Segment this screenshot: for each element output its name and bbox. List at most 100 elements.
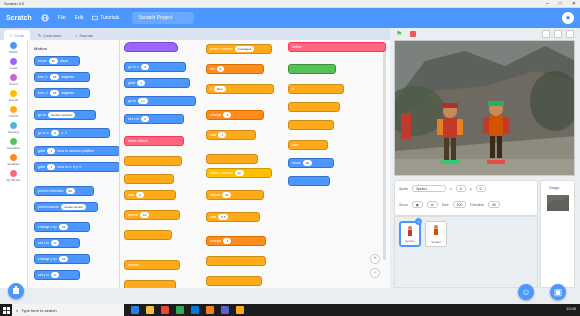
block-input[interactable]: 1 xyxy=(47,164,56,170)
taskbar-app-icon[interactable] xyxy=(161,306,169,314)
choose-sprite-button[interactable]: ☺ xyxy=(518,284,534,300)
sprite-character-left[interactable] xyxy=(435,101,465,165)
palette-block[interactable]: point towards mouse-pointer xyxy=(34,202,98,212)
script-block[interactable] xyxy=(288,120,334,130)
palette-block[interactable]: move 10 steps xyxy=(34,56,80,66)
block-input[interactable]: then xyxy=(213,86,226,92)
block-input[interactable]: 15 xyxy=(49,90,60,96)
block-input[interactable]: 0 xyxy=(141,116,149,122)
category-control[interactable]: Control xyxy=(0,104,27,120)
block-input[interactable]: 1 xyxy=(136,192,144,198)
script-block[interactable] xyxy=(206,276,262,286)
script-block[interactable]: repeat 10 xyxy=(206,190,264,200)
start-button[interactable] xyxy=(0,304,12,316)
sprite-partial-left[interactable] xyxy=(399,111,413,141)
script-block[interactable]: set 0 xyxy=(206,64,264,74)
script-block[interactable]: define xyxy=(288,42,386,52)
script-block[interactable]: move 10 xyxy=(288,158,334,168)
stage[interactable] xyxy=(394,40,575,176)
palette-block[interactable]: glide 1 secs to x: 0 y: 0 xyxy=(34,162,119,172)
script-block[interactable] xyxy=(124,174,174,184)
backdrop-thumb[interactable] xyxy=(547,195,569,211)
maximize-button[interactable]: □ xyxy=(559,1,562,7)
block-input[interactable]: 15 xyxy=(49,74,60,80)
category-operators[interactable]: Operators xyxy=(0,136,27,152)
script-block[interactable] xyxy=(206,154,258,164)
block-input[interactable]: 1 xyxy=(223,112,232,118)
stop-icon[interactable] xyxy=(410,31,417,37)
block-input[interactable]: 0 xyxy=(216,66,225,72)
palette-block[interactable]: glide 1 secs to random position xyxy=(34,146,119,156)
file-menu[interactable]: File xyxy=(58,15,66,21)
block-input[interactable]: mouse-pointer xyxy=(60,204,87,210)
taskbar-app-icon[interactable] xyxy=(176,306,184,314)
palette-block[interactable]: go to x: 0 y: 0 xyxy=(34,128,110,138)
script-block[interactable]: repeat 10 xyxy=(124,210,180,220)
tab-costumes[interactable]: ✎ Costumes xyxy=(31,30,68,40)
palette-block[interactable]: change x by 10 xyxy=(34,222,90,232)
script-block[interactable] xyxy=(124,230,172,240)
script-block[interactable]: glide 1 xyxy=(124,78,190,88)
script-area[interactable]: + − = go to x:0glide1go tox yset x to0wh… xyxy=(120,40,390,288)
script-block[interactable]: change 1 xyxy=(206,236,266,246)
script-block[interactable] xyxy=(288,102,340,112)
script-block[interactable] xyxy=(288,64,336,74)
block-input[interactable]: 10 xyxy=(302,160,312,166)
category-sensing[interactable]: Sensing xyxy=(0,120,27,136)
script-block[interactable]: when clicked xyxy=(124,136,184,146)
block-input[interactable]: 0.5 xyxy=(218,214,229,220)
block-input[interactable]: 0 xyxy=(141,64,150,70)
palette-block[interactable]: set y to 0 xyxy=(34,270,80,280)
zoom-in-button[interactable]: + xyxy=(370,254,380,264)
account-icon[interactable]: ● xyxy=(562,12,574,24)
block-input[interactable]: 10 xyxy=(48,58,58,64)
taskbar-scratch-icon[interactable] xyxy=(236,306,244,314)
tab-sounds[interactable]: ♪ Sounds xyxy=(69,30,99,40)
block-input[interactable]: x y xyxy=(137,98,148,104)
palette-block[interactable]: turn ↺ 15 degrees xyxy=(34,88,90,98)
block-input[interactable]: go xyxy=(234,170,244,176)
sprite-name-input[interactable]: Sprite1 xyxy=(412,185,447,192)
block-input[interactable]: 0 xyxy=(51,130,60,136)
script-block[interactable] xyxy=(206,256,266,266)
script-block[interactable] xyxy=(124,156,182,166)
x-input[interactable]: 0 xyxy=(455,185,466,192)
delete-sprite-icon[interactable]: × xyxy=(415,218,422,225)
block-input[interactable]: 1 xyxy=(223,238,232,244)
project-title-input[interactable]: Scratch Project xyxy=(132,12,195,24)
script-block[interactable]: when I receive message1 xyxy=(206,44,272,54)
category-looks[interactable]: Looks xyxy=(0,56,27,72)
script-scrollbar[interactable] xyxy=(383,50,386,260)
block-input[interactable]: 1 xyxy=(137,80,146,86)
y-input[interactable]: 0 xyxy=(475,185,486,192)
green-flag-icon[interactable]: ⚑ xyxy=(396,30,402,38)
size-input[interactable]: 100 xyxy=(452,201,467,208)
show-hidden-toggle[interactable]: ⊘ xyxy=(426,201,438,208)
tab-code[interactable]: ≡ Code xyxy=(4,30,30,40)
script-block[interactable]: if then xyxy=(206,84,274,94)
palette-block[interactable]: go to random position xyxy=(34,110,96,120)
tutorials-menu[interactable]: Tutorials xyxy=(92,15,119,21)
script-block[interactable]: change 1 xyxy=(206,110,264,120)
palette-block[interactable]: point in direction 90 xyxy=(34,186,94,196)
script-block[interactable]: go to x: 0 xyxy=(124,62,186,72)
palette-block[interactable]: set x to 0 xyxy=(34,238,80,248)
taskbar-app-icon[interactable] xyxy=(146,306,154,314)
close-button[interactable]: ✕ xyxy=(572,1,576,7)
block-input[interactable]: 0 xyxy=(51,240,59,246)
category-variables[interactable]: Variables xyxy=(0,152,27,168)
script-block[interactable]: when I receive go xyxy=(206,168,272,178)
script-block[interactable]: go to x y xyxy=(124,96,196,106)
block-input[interactable]: 0 xyxy=(51,272,59,278)
small-stage-button[interactable] xyxy=(542,30,550,38)
category-sound[interactable]: Sound xyxy=(0,72,27,88)
choose-backdrop-button[interactable]: ▣ xyxy=(550,284,566,300)
script-block[interactable]: forever xyxy=(124,260,180,270)
stage-backdrop-pane[interactable]: Stage xyxy=(540,180,575,288)
script-block[interactable]: wait 1 xyxy=(124,190,176,200)
show-visible-toggle[interactable]: ◉ xyxy=(411,201,423,208)
block-input[interactable]: 10 xyxy=(221,192,232,198)
zoom-out-button[interactable]: − xyxy=(370,268,380,278)
block-input[interactable]: 1 xyxy=(47,148,56,154)
block-input[interactable]: random position xyxy=(47,112,76,118)
